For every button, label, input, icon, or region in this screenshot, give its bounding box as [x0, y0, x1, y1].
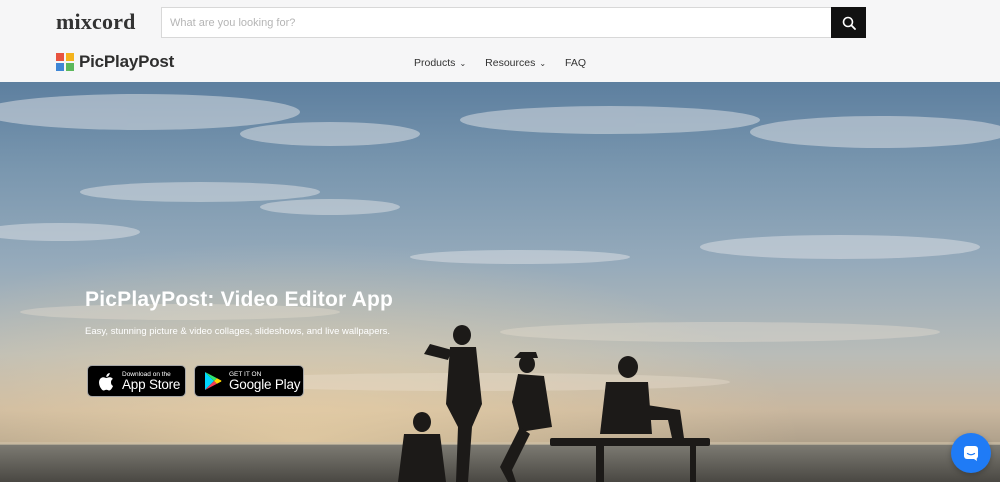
nav-resources-label: Resources — [485, 57, 536, 69]
mixcord-logo[interactable]: mixcord — [56, 9, 136, 35]
app-store-text: Download on the App Store — [122, 371, 180, 392]
chat-icon — [964, 446, 978, 461]
picplaypost-logo-icon — [56, 53, 74, 71]
google-play-button[interactable]: GET IT ON Google Play — [194, 365, 304, 397]
hero-subtitle: Easy, stunning picture & video collages,… — [85, 326, 391, 337]
search-input[interactable] — [161, 7, 831, 38]
google-play-text: GET IT ON Google Play — [229, 371, 301, 392]
apple-icon — [95, 370, 117, 392]
hero-banner: PicPlayPost: Video Editor App Easy, stun… — [0, 82, 1000, 482]
brand-name: PicPlayPost — [79, 52, 175, 71]
app-store-button[interactable]: Download on the App Store — [87, 365, 186, 397]
search-bar — [161, 7, 866, 38]
chat-launcher-button[interactable] — [951, 433, 991, 473]
app-store-big-text: App Store — [122, 376, 181, 392]
search-button[interactable] — [831, 7, 866, 38]
search-icon — [842, 16, 856, 30]
nav-faq-label: FAQ — [565, 57, 587, 69]
nav-products-label: Products — [414, 57, 456, 69]
picplaypost-logo[interactable]: PicPlayPost — [56, 52, 174, 72]
chevron-down-icon: ⌄ — [459, 58, 467, 68]
main-nav: Products ⌄ Resources ⌄ FAQ — [414, 57, 605, 69]
chevron-down-icon: ⌄ — [539, 58, 547, 68]
hero-title: PicPlayPost: Video Editor App — [85, 288, 394, 311]
hero-background-image — [0, 82, 1000, 482]
nav-products[interactable]: Products ⌄ — [414, 57, 466, 69]
site-header: mixcord PicPlayPost Products ⌄ Resources… — [0, 0, 1000, 82]
nav-faq[interactable]: FAQ — [565, 57, 586, 69]
nav-resources[interactable]: Resources ⌄ — [485, 57, 546, 69]
google-play-icon — [202, 370, 224, 392]
google-play-big-text: Google Play — [229, 376, 301, 392]
